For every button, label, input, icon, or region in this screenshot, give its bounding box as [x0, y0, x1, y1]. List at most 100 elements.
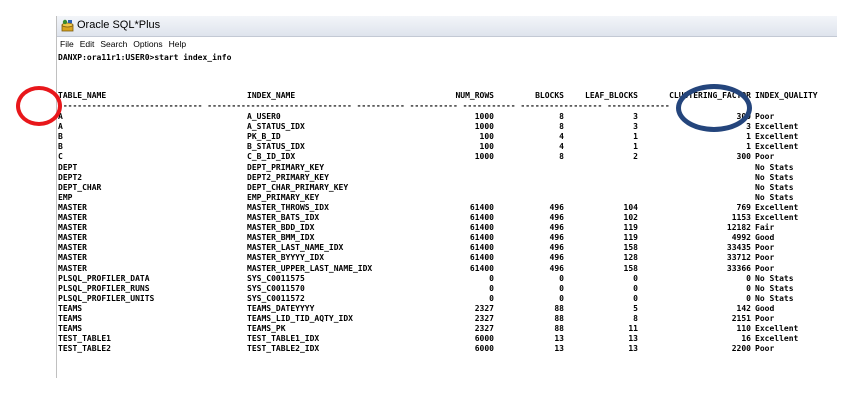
cell-table-name: B	[58, 142, 63, 152]
cell-table-name: A	[58, 122, 63, 132]
title-bar[interactable]: Oracle SQL*Plus	[57, 16, 837, 37]
cell-blocks: 496	[549, 253, 564, 263]
cell-leaf-blocks: 8	[633, 314, 638, 323]
cell-table-name: MASTER	[58, 233, 87, 243]
cell-table-name: MASTER	[58, 243, 87, 253]
cell-table-name: MASTER	[58, 223, 87, 233]
cell-blocks: 88	[554, 324, 564, 334]
cell-table-name: PLSQL_PROFILER_UNITS	[58, 293, 155, 303]
cell-num-rows: 61400	[469, 253, 494, 263]
menu-file[interactable]: File	[57, 37, 77, 51]
cell-index-quality: No Stats	[755, 283, 794, 293]
cell-index-name: MASTER_UPPER_LAST_NAME_IDX	[247, 263, 373, 273]
cell-clustering-factor: 142	[736, 303, 751, 313]
cell-index-quality: Excellent	[755, 132, 799, 142]
cell-num-rows: 100	[479, 132, 494, 142]
cell-index-name: B_STATUS_IDX	[247, 142, 305, 152]
cell-table-name: MASTER	[58, 263, 87, 273]
cell-num-rows: 61400	[469, 263, 494, 273]
cell-clustering-factor: 1	[746, 142, 751, 152]
cell-index-quality: Poor	[755, 344, 775, 354]
header-table-name: TABLE_NAME	[58, 91, 107, 100]
cell-table-name: MASTER	[58, 213, 87, 222]
cell-index-name: DEPT_PRIMARY_KEY	[247, 162, 325, 172]
cell-index-quality: No Stats	[755, 162, 794, 172]
cell-table-name: DEPT	[58, 162, 78, 172]
cell-clustering-factor: 0	[746, 283, 751, 293]
command-prompt: DANXP:ora11r1:USER0>start index_info	[58, 53, 232, 62]
menu-options[interactable]: Options	[130, 37, 165, 51]
cell-clustering-factor: 16	[741, 334, 751, 344]
cell-table-name: TEAMS	[58, 314, 83, 323]
cell-blocks: 4	[559, 132, 564, 142]
cell-table-name: DEPT2	[58, 172, 83, 182]
header-index-quality: INDEX_QUALITY	[755, 91, 818, 100]
cell-table-name: PLSQL_PROFILER_RUNS	[58, 283, 150, 293]
menu-edit[interactable]: Edit	[77, 37, 98, 51]
cell-clustering-factor: 0	[746, 293, 751, 303]
cell-index-name: DEPT_CHAR_PRIMARY_KEY	[247, 182, 349, 192]
cell-table-name: MASTER	[58, 202, 87, 212]
cell-clustering-factor: 33366	[726, 263, 751, 273]
window-title: Oracle SQL*Plus	[77, 19, 161, 31]
cell-index-name: TEAMS_LID_TID_AQTY_IDX	[247, 314, 353, 323]
cell-leaf-blocks: 13	[628, 344, 638, 354]
cell-index-name: TEST_TABLE1_IDX	[247, 334, 320, 344]
cell-table-name: TEST_TABLE1	[58, 334, 111, 344]
cell-leaf-blocks: 119	[623, 233, 638, 243]
menu-search[interactable]: Search	[97, 37, 130, 51]
cell-blocks: 13	[554, 334, 564, 344]
cell-blocks: 496	[549, 233, 564, 243]
menu-help[interactable]: Help	[166, 37, 189, 51]
cell-index-name: SYS_C0011570	[247, 283, 305, 293]
cell-num-rows: 2327	[474, 303, 494, 313]
cell-index-name: TEST_TABLE2_IDX	[247, 344, 320, 354]
cell-index-quality: Good	[755, 233, 775, 243]
cell-index-name: MASTER_BYYYY_IDX	[247, 253, 325, 263]
red-circle-annotation	[16, 86, 62, 126]
cell-table-name: TEAMS	[58, 303, 83, 313]
cell-clustering-factor: 4992	[731, 233, 751, 243]
cell-leaf-blocks: 3	[633, 112, 638, 121]
cell-index-quality: No Stats	[755, 192, 794, 202]
cell-blocks: 0	[559, 293, 564, 303]
cell-leaf-blocks: 158	[623, 263, 638, 273]
header-index-name: INDEX_NAME	[247, 91, 296, 100]
cell-num-rows: 6000	[474, 334, 494, 344]
cell-leaf-blocks: 119	[623, 223, 638, 233]
cell-blocks: 88	[554, 314, 564, 323]
cell-index-name: MASTER_LAST_NAME_IDX	[247, 243, 344, 253]
cell-leaf-blocks: 158	[623, 243, 638, 253]
cell-blocks: 4	[559, 142, 564, 152]
cell-num-rows: 6000	[474, 344, 494, 354]
cell-leaf-blocks: 5	[633, 303, 638, 313]
cell-table-name: MASTER	[58, 253, 87, 263]
cell-index-quality: Excellent	[755, 334, 799, 344]
cell-leaf-blocks: 1	[633, 132, 638, 142]
cell-num-rows: 2327	[474, 324, 494, 334]
cell-clustering-factor: 2151	[731, 314, 751, 323]
cell-index-quality: Poor	[755, 263, 775, 273]
cell-index-quality: Poor	[755, 243, 775, 253]
cell-leaf-blocks: 104	[623, 202, 638, 212]
cell-table-name: TEAMS	[58, 324, 83, 334]
cell-leaf-blocks: 0	[633, 293, 638, 303]
cell-num-rows: 61400	[469, 233, 494, 243]
cell-leaf-blocks: 102	[623, 213, 638, 222]
oracle-app-icon	[61, 19, 74, 37]
cell-blocks: 8	[559, 152, 564, 162]
cell-leaf-blocks: 1	[633, 142, 638, 152]
cell-blocks: 8	[559, 112, 564, 121]
cell-blocks: 0	[559, 273, 564, 283]
cell-index-quality: Poor	[755, 112, 775, 121]
cell-blocks: 8	[559, 122, 564, 132]
cell-leaf-blocks: 11	[628, 324, 638, 334]
cell-leaf-blocks: 0	[633, 283, 638, 293]
cell-num-rows: 0	[489, 273, 494, 283]
cell-blocks: 88	[554, 303, 564, 313]
cell-blocks: 496	[549, 213, 564, 222]
cell-leaf-blocks: 13	[628, 334, 638, 344]
cell-blocks: 496	[549, 243, 564, 253]
separator-dashes: ------------------------------ ---------…	[58, 101, 670, 110]
cell-clustering-factor: 300	[736, 152, 751, 162]
